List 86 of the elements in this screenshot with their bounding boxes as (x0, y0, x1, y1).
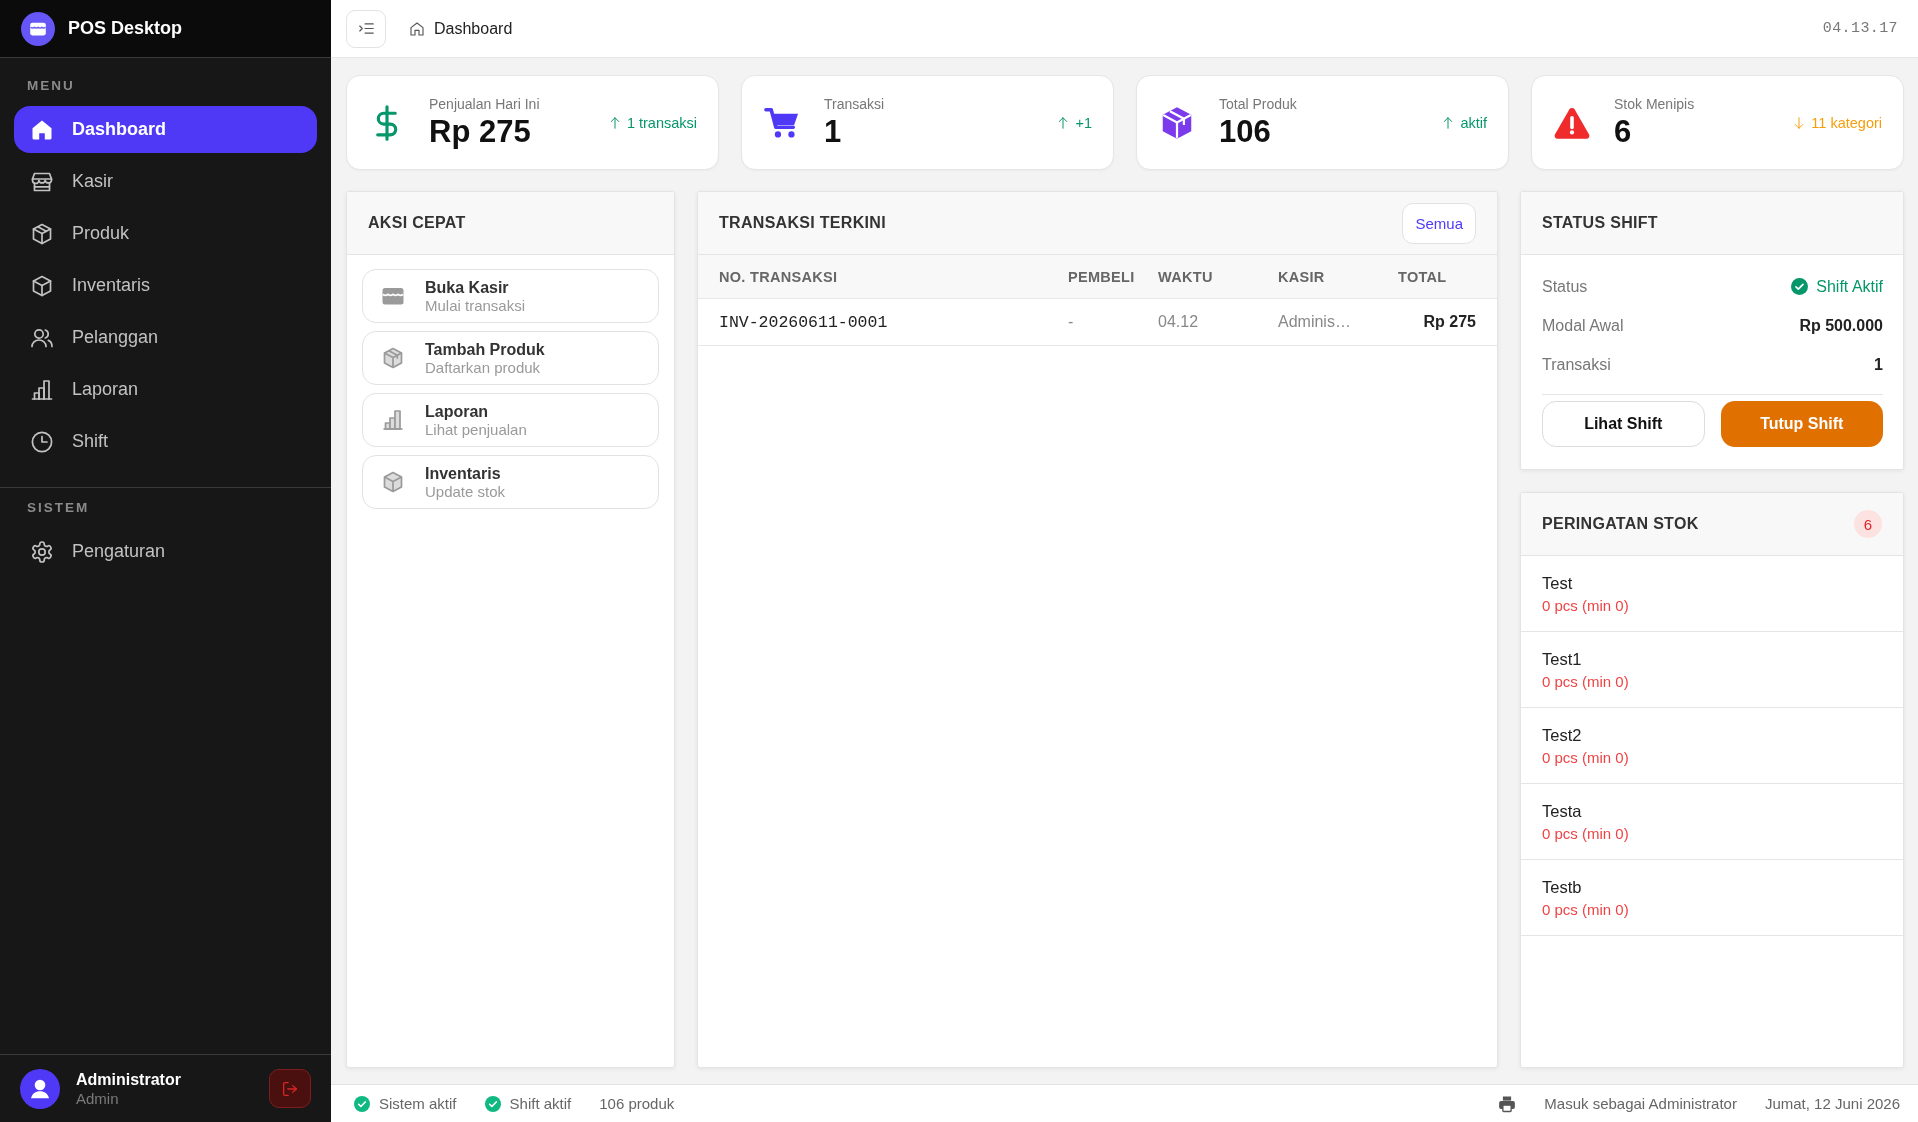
cube-icon (381, 470, 405, 494)
field-label: Transaksi (1542, 355, 1611, 374)
check-circle-icon (1791, 278, 1809, 295)
package-icon (381, 346, 405, 370)
table-cell-text: INV-20260611-0001 (719, 312, 889, 332)
stock-text: 0 pcs (min 0) (1542, 823, 1630, 844)
stock-text: 0 pcs (min 0) (1542, 595, 1630, 616)
product-name: Test2 (1542, 724, 1583, 746)
logout-icon (281, 1079, 299, 1098)
date-text: Jumat, 12 Juni 2026 (1764, 1095, 1900, 1112)
column-header: NO. TRANSAKSI (719, 268, 839, 285)
panel-title: TRANSAKSI TERKINI (719, 214, 886, 232)
panel-title: AKSI CEPAT (368, 214, 466, 232)
field-value: Shift Aktif (1816, 277, 1883, 296)
indent-icon (357, 20, 375, 37)
stat-value: 106 (1219, 113, 1272, 150)
user-role: Admin (76, 1089, 120, 1107)
nav-item[interactable]: Kasir (14, 158, 317, 205)
trend-text: aktif (1460, 114, 1487, 131)
stat-value: 6 (1614, 113, 1633, 150)
trend-text: +1 (1075, 114, 1092, 131)
table-cell-text: - (1068, 313, 1075, 331)
nav-item[interactable]: Dashboard (14, 106, 317, 153)
table-cell-text: 04.12 (1158, 313, 1200, 331)
section-label: SISTEM (27, 500, 90, 516)
bar-chart-icon (30, 377, 54, 402)
stat-label: Total Produk (1219, 95, 1297, 112)
panel-title: PERINGATAN STOK (1542, 515, 1699, 533)
logout-button[interactable] (269, 1069, 311, 1108)
column-header: PEMBELI (1068, 268, 1136, 285)
stat-value: Rp 275 (429, 113, 532, 150)
status-text: Shift aktif (509, 1095, 572, 1112)
product-name: Test1 (1542, 648, 1583, 670)
stock-text: 0 pcs (min 0) (1542, 671, 1630, 692)
printer-icon (1498, 1094, 1517, 1113)
column-header: TOTAL (1398, 268, 1448, 285)
quick-action-button[interactable]: Tambah Produk Daftarkan produk (362, 331, 659, 385)
nav-item[interactable]: Pengaturan (14, 528, 317, 575)
cube-icon (30, 273, 54, 298)
settings-icon (30, 539, 54, 564)
product-name: Testa (1542, 800, 1583, 822)
stat-value: 1 (824, 113, 843, 150)
nav-item[interactable]: Produk (14, 210, 317, 257)
login-text: Masuk sebagai Administrator (1544, 1095, 1737, 1112)
view-all-button[interactable]: Semua (1402, 202, 1476, 244)
table-cell-text: Adminis… (1278, 313, 1352, 331)
panel-title: STATUS SHIFT (1542, 214, 1658, 232)
package-icon (30, 221, 54, 246)
stock-text: 0 pcs (min 0) (1542, 747, 1630, 768)
field-value: Rp 500.000 (1799, 316, 1883, 335)
nav-item[interactable]: Pelanggan (14, 314, 317, 361)
quick-action-button[interactable]: Inventaris Update stok (362, 455, 659, 509)
sidebar-toggle-button[interactable] (346, 9, 386, 48)
field-label: Modal Awal (1542, 316, 1624, 335)
trend-text: 1 transaksi (626, 114, 697, 131)
nav-item[interactable]: Shift (14, 418, 317, 465)
count-badge: 6 (1854, 510, 1882, 538)
nav-item[interactable]: Laporan (14, 366, 317, 413)
stat-label: Transaksi (824, 95, 885, 112)
column-header: KASIR (1278, 268, 1326, 285)
bar-chart-icon (381, 408, 405, 432)
user-name: Administrator (76, 1070, 181, 1089)
quick-action-button[interactable]: Laporan Lihat penjualan (362, 393, 659, 447)
section-label: MENU (27, 78, 75, 94)
storefront-logo-icon (21, 11, 55, 46)
product-name: Test (1542, 572, 1574, 594)
shift-action-button[interactable]: Lihat Shift (1542, 401, 1705, 447)
breadcrumb-text: Dashboard (434, 19, 513, 38)
field-value: 1 (1874, 355, 1883, 374)
product-name: Testb (1542, 876, 1583, 898)
clock-icon (30, 429, 54, 454)
user-avatar-icon (20, 1068, 60, 1109)
home-icon (409, 20, 425, 37)
app-title: POS Desktop (68, 18, 183, 39)
stock-text: 0 pcs (min 0) (1542, 899, 1630, 920)
clock-text: 04.13.17 (1822, 20, 1898, 37)
table-cell-text: Rp 275 (1422, 313, 1476, 331)
stat-label: Stok Menipis (1614, 95, 1695, 112)
field-label: Status (1542, 277, 1588, 296)
column-header: WAKTU (1158, 268, 1214, 285)
trend-text: 11 kategori (1811, 114, 1882, 131)
quick-action-button[interactable]: Buka Kasir Mulai transaksi (362, 269, 659, 323)
status-text: Sistem aktif (379, 1095, 457, 1112)
nav-item[interactable]: Inventaris (14, 262, 317, 309)
stat-label: Penjualan Hari Ini (429, 95, 540, 112)
product-count-text: 106 produk (599, 1095, 675, 1112)
